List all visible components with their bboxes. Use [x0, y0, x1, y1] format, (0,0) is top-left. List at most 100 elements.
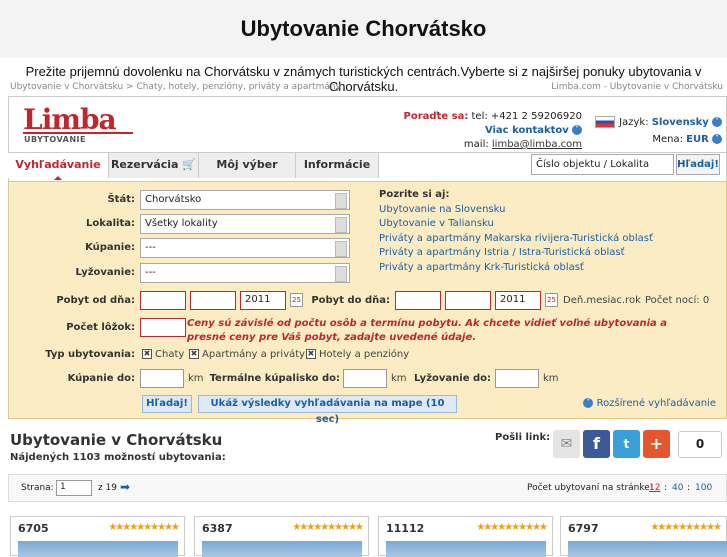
type-apartments-label: Apartmány a priváty	[202, 349, 306, 360]
listing-id: 6797	[568, 522, 599, 535]
listing-photo[interactable]	[568, 541, 727, 557]
cart-icon: 🛒	[182, 158, 197, 171]
email-share-icon[interactable]: ✉	[553, 430, 580, 458]
settings-block: Jazyk: Slovensky ˅ Mena: EUR ˅	[595, 114, 722, 148]
beds-label: Počet lôžok:	[66, 322, 135, 333]
logo-underline	[23, 132, 133, 134]
slovak-flag-icon	[595, 116, 616, 128]
plus-share-icon[interactable]: +	[643, 430, 670, 458]
to-year-input[interactable]: 2011	[495, 291, 541, 310]
results-count: Nájdených 1103 možností ubytovania:	[10, 452, 226, 463]
thermal-distance-input[interactable]	[343, 369, 387, 388]
link-istria[interactable]: Priváty a apartmány Istria / Istra-Turis…	[379, 246, 653, 261]
pagination-bar: Strana: 1 z 19 ➡ Počet ubytovaní na strá…	[8, 474, 727, 502]
to-month-input[interactable]	[445, 291, 491, 310]
type-apartments[interactable]: ✖ Apartmány a priváty	[189, 349, 305, 360]
listing-card[interactable]: 11112 ★★★★★★★★★★	[378, 516, 553, 557]
tab-info[interactable]: Informácie	[296, 153, 379, 178]
per-page-40[interactable]: 40	[672, 483, 683, 493]
listing-photo[interactable]	[202, 541, 362, 557]
chevron-down-icon[interactable]: ˅	[583, 398, 594, 408]
country-label: Štát:	[107, 194, 135, 205]
next-page-icon[interactable]: ➡	[120, 480, 130, 494]
type-label: Typ ubytovania:	[45, 349, 135, 360]
checkbox-checked-icon[interactable]: ✖	[142, 349, 152, 359]
rating-stars-icon: ★★★★★★★★★★	[292, 522, 364, 533]
chevron-down-icon[interactable]: ˅	[712, 117, 722, 127]
unit-km: km	[543, 373, 559, 384]
checkbox-checked-icon[interactable]: ✖	[306, 349, 316, 359]
link-slovakia[interactable]: Ubytovanie na Slovensku	[379, 203, 653, 218]
advanced-search-label: Rozšírené vyhľadávanie	[596, 398, 716, 409]
lang-select[interactable]: Slovensky	[652, 117, 709, 128]
from-day-input[interactable]	[140, 291, 186, 310]
currency-select[interactable]: EUR	[686, 134, 709, 145]
share-label: Pošli link:	[495, 432, 551, 443]
thermal-distance-label: Termálne kúpalisko do:	[209, 373, 340, 384]
swimming-select[interactable]: ---	[140, 238, 350, 258]
per-page-sep: :	[687, 483, 691, 493]
beds-input[interactable]	[140, 318, 186, 337]
submit-search-button[interactable]: Hľadaj!	[142, 395, 192, 413]
contact-phone: tel: +421 2 59206920	[471, 111, 582, 122]
listing-card[interactable]: 6387 ★★★★★★★★★★	[194, 516, 369, 557]
listing-photo[interactable]	[18, 541, 178, 557]
swimming-label: Kúpanie:	[85, 242, 135, 253]
link-makarska[interactable]: Priváty a apartmány Makarska rivijera-Tu…	[379, 232, 653, 247]
object-search-input[interactable]: Číslo objektu / Lokalita	[531, 154, 674, 175]
advanced-search-link[interactable]: ˅ Rozšírené vyhľadávanie	[583, 398, 716, 409]
per-page-label: Počet ubytovaní na stránke:	[527, 483, 653, 493]
listing-card[interactable]: 6797 ★★★★★★★★★★	[560, 516, 727, 557]
to-day-input[interactable]	[395, 291, 441, 310]
contact-block: Poraďte sa: tel: +421 2 59206920 Viac ko…	[404, 110, 582, 152]
nights-count: Počet nocí: 0	[645, 295, 710, 306]
tab-my-selection[interactable]: Môj výber	[199, 153, 296, 178]
per-page-12[interactable]: 12	[649, 483, 660, 493]
date-format-hint: Deň.mesiac.rok	[563, 295, 641, 306]
chevron-down-icon[interactable]: ˅	[572, 125, 582, 135]
show-on-map-button[interactable]: Ukáž výsledky vyhľadávania na mape (10 s…	[198, 395, 457, 425]
type-hotels-label: Hotely a penzióny	[319, 349, 410, 360]
lang-label: Jazyk:	[619, 117, 649, 128]
calendar-icon[interactable]: 25	[290, 293, 303, 307]
more-contacts-link[interactable]: Viac kontaktov	[485, 125, 569, 136]
price-warning: Ceny sú závislé od počtu osôb a termínu …	[187, 318, 667, 343]
page-input[interactable]: 1	[56, 480, 92, 496]
currency-label: Mena:	[652, 134, 683, 145]
facebook-share-icon[interactable]: f	[583, 430, 610, 458]
country-select[interactable]: Chorvátsko	[140, 190, 350, 210]
see-also-heading: Pozrite si aj:	[379, 189, 450, 200]
checkbox-checked-icon[interactable]: ✖	[189, 349, 199, 359]
skiing-label: Lyžovanie:	[75, 267, 136, 278]
link-krk[interactable]: Priváty a apartmány Krk-Turistická oblas…	[379, 261, 653, 276]
twitter-share-icon[interactable]: t	[613, 430, 640, 458]
listing-id: 6387	[202, 522, 233, 535]
listing-card[interactable]: 6705 ★★★★★★★★★★	[10, 516, 185, 557]
mail-label: mail:	[463, 139, 489, 150]
link-italy[interactable]: Ubytovanie v Taliansku	[379, 217, 653, 232]
chevron-down-icon[interactable]: ˅	[712, 134, 722, 144]
breadcrumb[interactable]: Ubytovanie v Chorvátsku > Chaty, hotely,…	[10, 82, 341, 92]
from-month-input[interactable]	[190, 291, 236, 310]
tab-reservation[interactable]: Rezervácia 🛒	[109, 153, 199, 178]
type-cottages[interactable]: ✖ Chaty	[142, 349, 184, 360]
tab-search[interactable]: Vyhľadávanie	[8, 153, 109, 180]
tab-reservation-label: Rezervácia	[110, 158, 179, 171]
mail-link[interactable]: limba@limba.com	[492, 139, 582, 150]
swim-distance-label: Kúpanie do:	[67, 373, 135, 384]
per-page-100[interactable]: 100	[695, 483, 712, 493]
search-button[interactable]: Hľadaj!	[676, 154, 720, 175]
skiing-select[interactable]: ---	[140, 263, 350, 283]
calendar-icon[interactable]: 25	[545, 293, 558, 307]
locality-select[interactable]: Všetky lokality	[140, 214, 350, 234]
rating-stars-icon: ★★★★★★★★★★	[650, 522, 722, 533]
ski-distance-input[interactable]	[495, 369, 539, 388]
results-title: Ubytovanie v Chorvátsku	[10, 431, 223, 449]
from-year-input[interactable]: 2011	[240, 291, 286, 310]
swim-distance-input[interactable]	[140, 369, 184, 388]
date-from-label: Pobyt od dňa:	[56, 295, 135, 306]
unit-km: km	[391, 373, 407, 384]
listing-photo[interactable]	[386, 541, 546, 557]
type-hotels[interactable]: ✖ Hotely a penzióny	[306, 349, 409, 360]
per-page-sep: :	[664, 483, 668, 493]
